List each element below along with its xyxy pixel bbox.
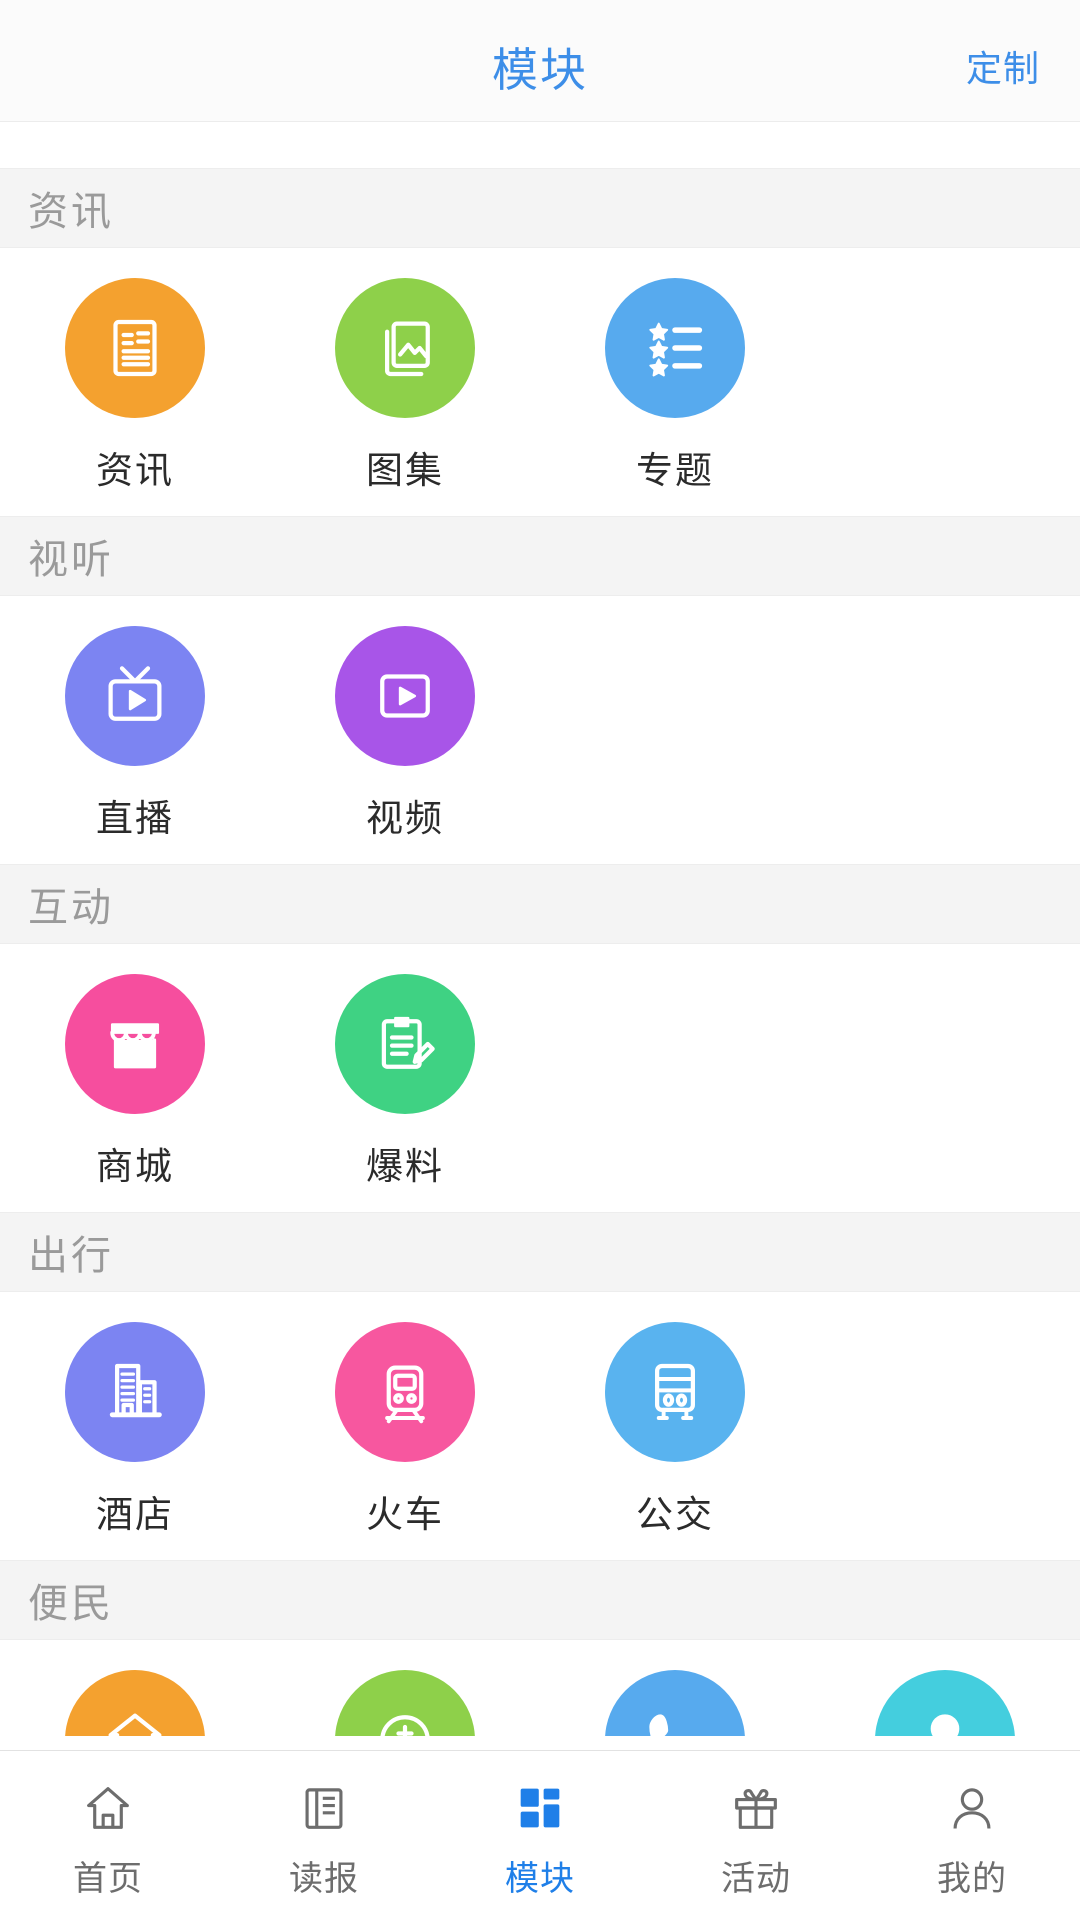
bottom-navigation-bar[interactable]: 首页 读报 模块 活动 我的 bbox=[0, 1750, 1080, 1920]
module-tile-phone-icon[interactable] bbox=[540, 1670, 810, 1736]
top-spacer bbox=[0, 122, 1080, 168]
hotel-building-icon bbox=[65, 1322, 205, 1462]
tv-live-icon bbox=[65, 626, 205, 766]
nav-item-label: 读报 bbox=[289, 1860, 359, 1898]
nav-item-模块[interactable]: 模块 bbox=[432, 1751, 648, 1920]
nav-item-label: 活动 bbox=[721, 1860, 791, 1898]
customize-button[interactable]: 定制 bbox=[966, 40, 1040, 92]
store-shop-icon bbox=[65, 974, 205, 1114]
module-tile-label: 图集 bbox=[366, 450, 444, 491]
app-header: 模块 定制 bbox=[0, 0, 1080, 122]
module-tile-person-icon[interactable] bbox=[810, 1670, 1080, 1736]
module-tile-label: 资讯 bbox=[96, 450, 174, 491]
module-tile-label: 商城 bbox=[96, 1146, 174, 1187]
nav-item-label: 我的 bbox=[937, 1860, 1007, 1898]
module-tile-爆料[interactable]: 爆料 bbox=[270, 974, 540, 1190]
module-tile-视频[interactable]: 视频 bbox=[270, 626, 540, 842]
newspaper-icon bbox=[295, 1777, 353, 1839]
section-grid bbox=[0, 1640, 1080, 1736]
module-tile-商城[interactable]: 商城 bbox=[0, 974, 270, 1190]
section-grid: 商城 爆料 bbox=[0, 944, 1080, 1212]
module-tile-专题[interactable]: 专题 bbox=[540, 278, 810, 494]
module-tile-label: 专题 bbox=[636, 450, 714, 491]
section-header-便民: 便民 bbox=[0, 1560, 1080, 1640]
section-grid: 直播 视频 bbox=[0, 596, 1080, 864]
module-tile-label: 火车 bbox=[366, 1494, 444, 1535]
module-list[interactable]: 资讯 资讯 图集 专题 视听 直播 视频 互动 商城 爆料 出行 酒店 火车 公交 便民 bbox=[0, 122, 1080, 1750]
person-icon bbox=[875, 1670, 1015, 1736]
section-header-出行: 出行 bbox=[0, 1212, 1080, 1292]
coin-icon bbox=[335, 1670, 475, 1736]
module-tile-label: 公交 bbox=[636, 1494, 714, 1535]
news-document-icon bbox=[65, 278, 205, 418]
module-tile-label: 爆料 bbox=[366, 1146, 444, 1187]
section-grid: 资讯 图集 专题 bbox=[0, 248, 1080, 516]
module-tile-酒店[interactable]: 酒店 bbox=[0, 1322, 270, 1538]
nav-item-我的[interactable]: 我的 bbox=[864, 1751, 1080, 1920]
bus-icon bbox=[605, 1322, 745, 1462]
house-money-icon bbox=[65, 1670, 205, 1736]
phone-icon bbox=[605, 1670, 745, 1736]
home-icon bbox=[79, 1777, 137, 1839]
module-tile-coin-icon[interactable] bbox=[270, 1670, 540, 1736]
module-tile-火车[interactable]: 火车 bbox=[270, 1322, 540, 1538]
section-header-互动: 互动 bbox=[0, 864, 1080, 944]
gift-icon bbox=[727, 1777, 785, 1839]
nav-item-活动[interactable]: 活动 bbox=[648, 1751, 864, 1920]
modules-grid-icon bbox=[511, 1777, 569, 1839]
nav-item-首页[interactable]: 首页 bbox=[0, 1751, 216, 1920]
module-tile-直播[interactable]: 直播 bbox=[0, 626, 270, 842]
page-title: 模块 bbox=[492, 44, 588, 96]
module-tile-label: 直播 bbox=[96, 798, 174, 839]
star-list-icon bbox=[605, 278, 745, 418]
user-profile-icon bbox=[943, 1777, 1001, 1839]
section-header-视听: 视听 bbox=[0, 516, 1080, 596]
module-tile-label: 酒店 bbox=[96, 1494, 174, 1535]
video-play-icon bbox=[335, 626, 475, 766]
section-grid: 酒店 火车 公交 bbox=[0, 1292, 1080, 1560]
module-tile-图集[interactable]: 图集 bbox=[270, 278, 540, 494]
module-tile-house-money-icon[interactable] bbox=[0, 1670, 270, 1736]
module-tile-label: 视频 bbox=[366, 798, 444, 839]
section-header-资讯: 资讯 bbox=[0, 168, 1080, 248]
nav-item-读报[interactable]: 读报 bbox=[216, 1751, 432, 1920]
module-tile-公交[interactable]: 公交 bbox=[540, 1322, 810, 1538]
nav-item-label: 首页 bbox=[73, 1860, 143, 1898]
photo-gallery-icon bbox=[335, 278, 475, 418]
train-icon bbox=[335, 1322, 475, 1462]
nav-item-label: 模块 bbox=[505, 1860, 575, 1898]
clipboard-pen-icon bbox=[335, 974, 475, 1114]
module-tile-资讯[interactable]: 资讯 bbox=[0, 278, 270, 494]
